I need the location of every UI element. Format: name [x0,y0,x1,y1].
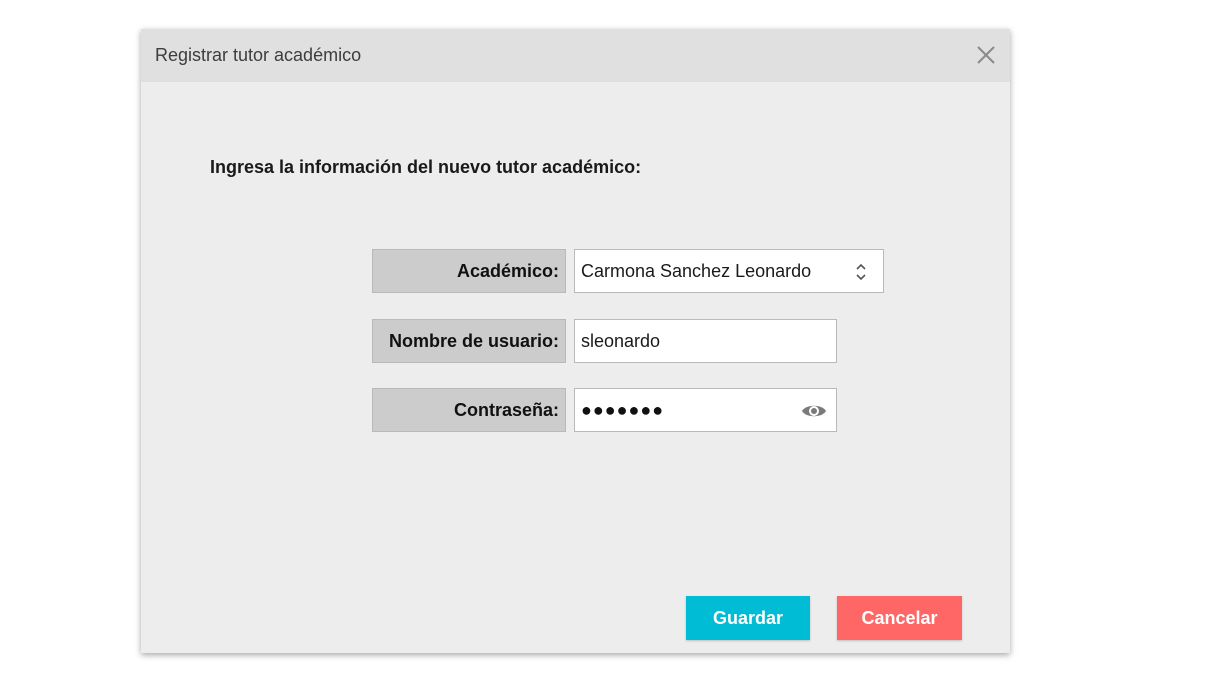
contrasena-field[interactable]: ●●●●●●● [574,388,837,432]
close-icon[interactable] [976,45,996,65]
eye-icon[interactable] [801,401,827,421]
usuario-input[interactable] [581,321,821,362]
form-instructions: Ingresa la información del nuevo tutor a… [210,157,642,177]
academico-selected-value: Carmona Sanchez Leonardo [581,261,812,281]
dialog-titlebar: Registrar tutor académico [141,29,1010,82]
password-masked-value: ●●●●●●● [581,400,665,420]
academico-select[interactable]: Carmona Sanchez Leonardo [574,249,884,293]
chevron-up-down-icon [856,263,866,281]
dialog-title: Registrar tutor académico [155,45,362,65]
register-tutor-dialog: Registrar tutor académico Ingresa la inf… [141,29,1010,653]
usuario-label: Nombre de usuario: [372,319,566,363]
academico-label: Académico: [372,249,566,293]
contrasena-label: Contraseña: [372,388,566,432]
save-button[interactable]: Guardar [686,596,810,640]
usuario-field[interactable] [574,319,837,363]
cancel-button[interactable]: Cancelar [837,596,962,640]
